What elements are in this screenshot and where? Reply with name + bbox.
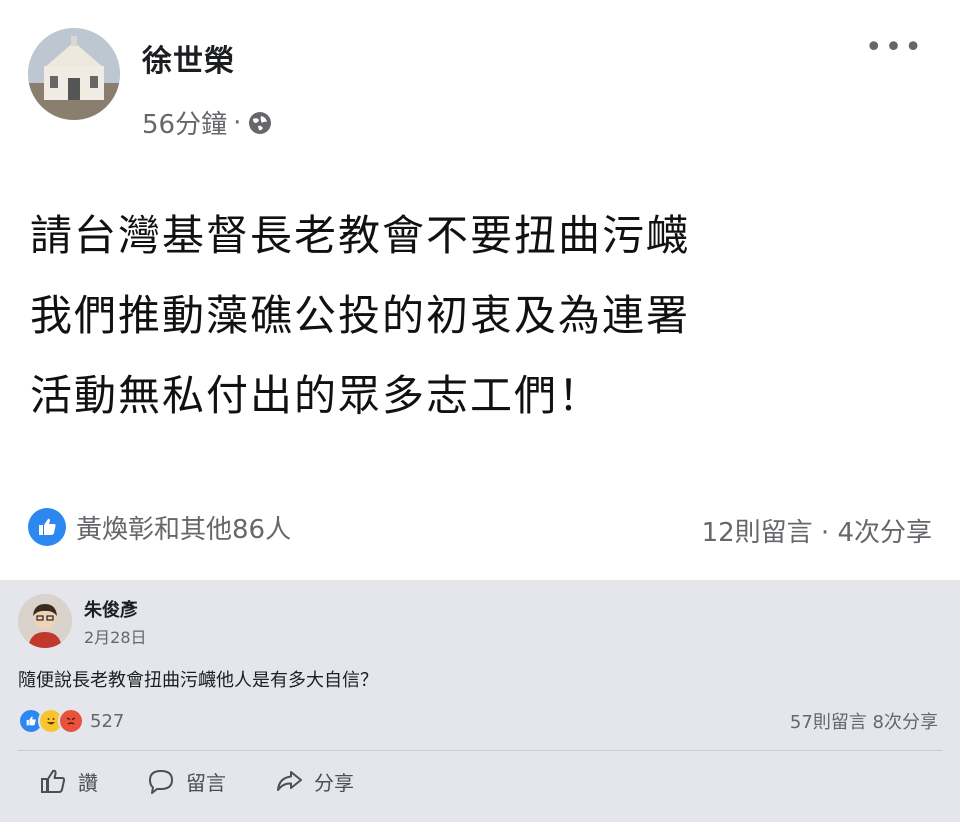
more-options-icon[interactable]: ••• [865,30,924,65]
share-button-label: 分享 [314,770,354,795]
shared-post-text: 隨便說長老教會扭曲污衊他人是有多大自信？ [18,670,378,691]
divider [18,750,942,751]
reaction-count: 527 [90,710,125,732]
like-button-label: 讚 [78,770,98,795]
reactions-summary[interactable]: 黃煥彰和其他86人 [28,508,291,546]
author-name[interactable]: 徐世榮 [142,36,235,80]
author-avatar[interactable] [28,28,120,120]
comment-button-label: 留言 [186,770,226,795]
comment-icon [149,770,173,794]
shared-post: 朱俊彥 2月28日 隨便說長老教會扭曲污衊他人是有多大自信？ 527 57則留言… [0,580,960,822]
post-card: 徐世榮 56分鐘 · ••• 請台灣基督長老教會不要扭曲污衊 我們推動藻礁公投的… [0,0,960,580]
thumbs-up-icon [41,769,66,793]
comment-button[interactable]: 留言 [146,766,226,796]
post-stats[interactable]: 12則留言 · 4次分享 [702,512,932,549]
shared-reactions-summary[interactable]: 527 [18,708,124,734]
share-button[interactable]: 分享 [274,766,354,796]
shared-post-date[interactable]: 2月28日 [84,624,147,648]
shared-author-name[interactable]: 朱俊彥 [84,596,138,622]
shared-author-avatar[interactable] [18,594,72,648]
share-icon [277,771,302,791]
reactions-text: 黃煥彰和其他86人 [76,514,292,545]
post-time[interactable]: 56分鐘 [142,104,227,141]
like-button[interactable]: 讚 [38,766,98,796]
globe-icon[interactable] [247,110,273,136]
meta-separator: · [233,107,242,138]
angry-reaction-icon [58,708,84,734]
shared-post-stats[interactable]: 57則留言 8次分享 [790,708,938,734]
action-bar: 讚 留言 分享 [38,766,354,796]
post-meta: 56分鐘 · [142,104,273,141]
like-icon [28,508,66,546]
post-text: 請台灣基督長老教會不要扭曲污衊 我們推動藻礁公投的初衷及為連署 活動無私付出的眾… [30,211,691,420]
